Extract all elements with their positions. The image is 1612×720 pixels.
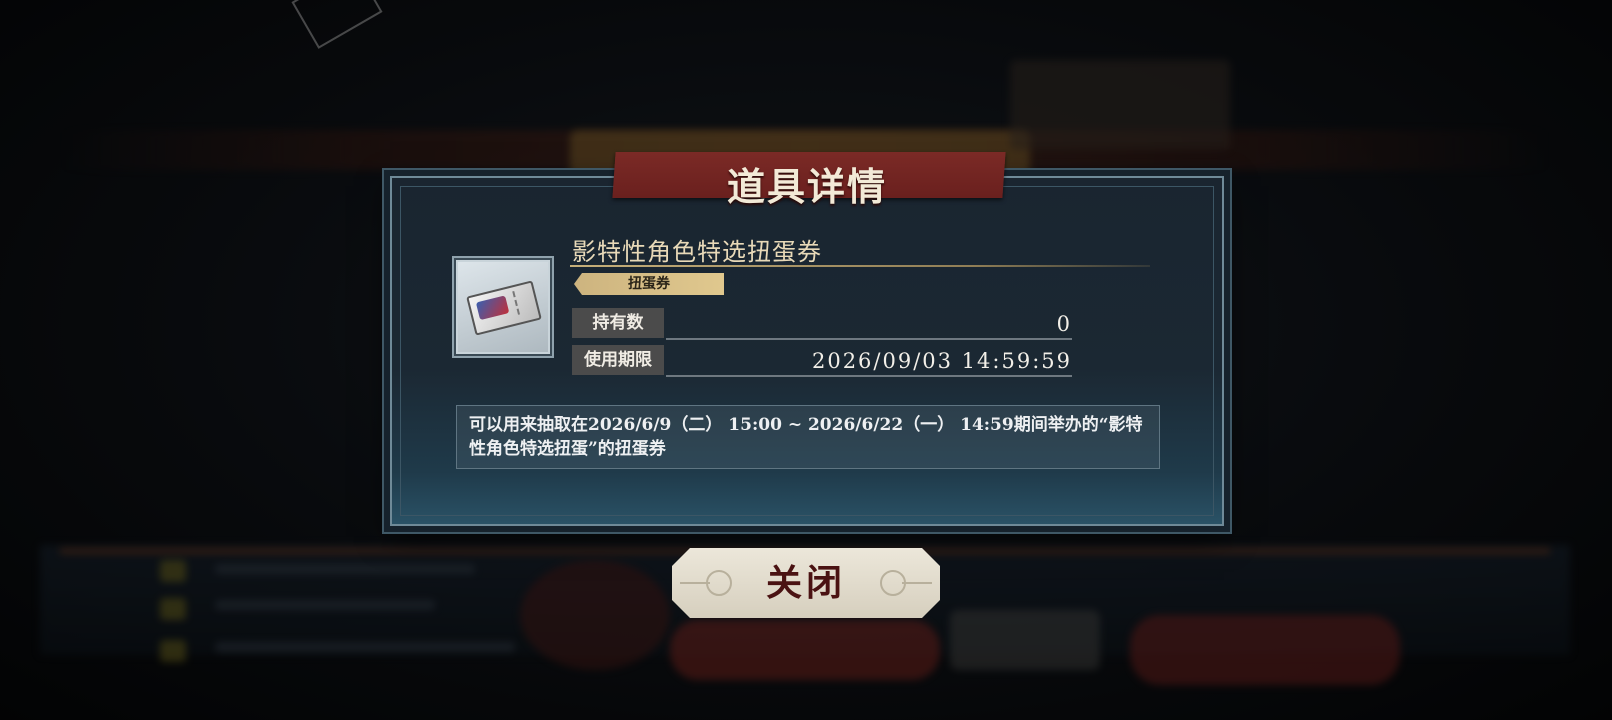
stat-divider: [666, 375, 1072, 377]
close-button[interactable]: 关闭: [672, 548, 940, 618]
stat-row-expiry: 使用期限 2026/09/03 14:59:59: [572, 345, 1072, 377]
close-button-label: 关闭: [765, 562, 846, 604]
dialog-title: 道具详情: [726, 164, 887, 209]
stat-divider: [666, 338, 1072, 340]
stat-value: 2026/09/03 14:59:59: [811, 349, 1072, 373]
ticket-stub-icon: [512, 287, 534, 315]
item-category-tag: 扭蛋券: [574, 273, 724, 295]
stat-row-owned: 持有数 0: [572, 308, 1072, 340]
game-screen: 道具详情 影特性角色特选扭蛋券 扭蛋券 持有数 0 使用期限 2026/09/0…: [0, 0, 1612, 720]
ticket-logo-icon: [475, 295, 510, 321]
stat-value: 0: [1056, 312, 1072, 336]
name-divider: [570, 265, 1150, 267]
item-icon-frame: [456, 260, 550, 354]
item-description: 可以用来抽取在2026/6/9（二） 15:00 ~ 2026/6/22（一） …: [456, 405, 1160, 469]
stat-label: 持有数: [572, 308, 664, 338]
item-name: 影特性角色特选扭蛋券: [572, 238, 822, 266]
item-detail-dialog: 道具详情 影特性角色特选扭蛋券 扭蛋券 持有数 0 使用期限 2026/09/0…: [390, 152, 1224, 526]
gacha-ticket-icon: [466, 280, 542, 336]
stat-label: 使用期限: [572, 345, 664, 375]
